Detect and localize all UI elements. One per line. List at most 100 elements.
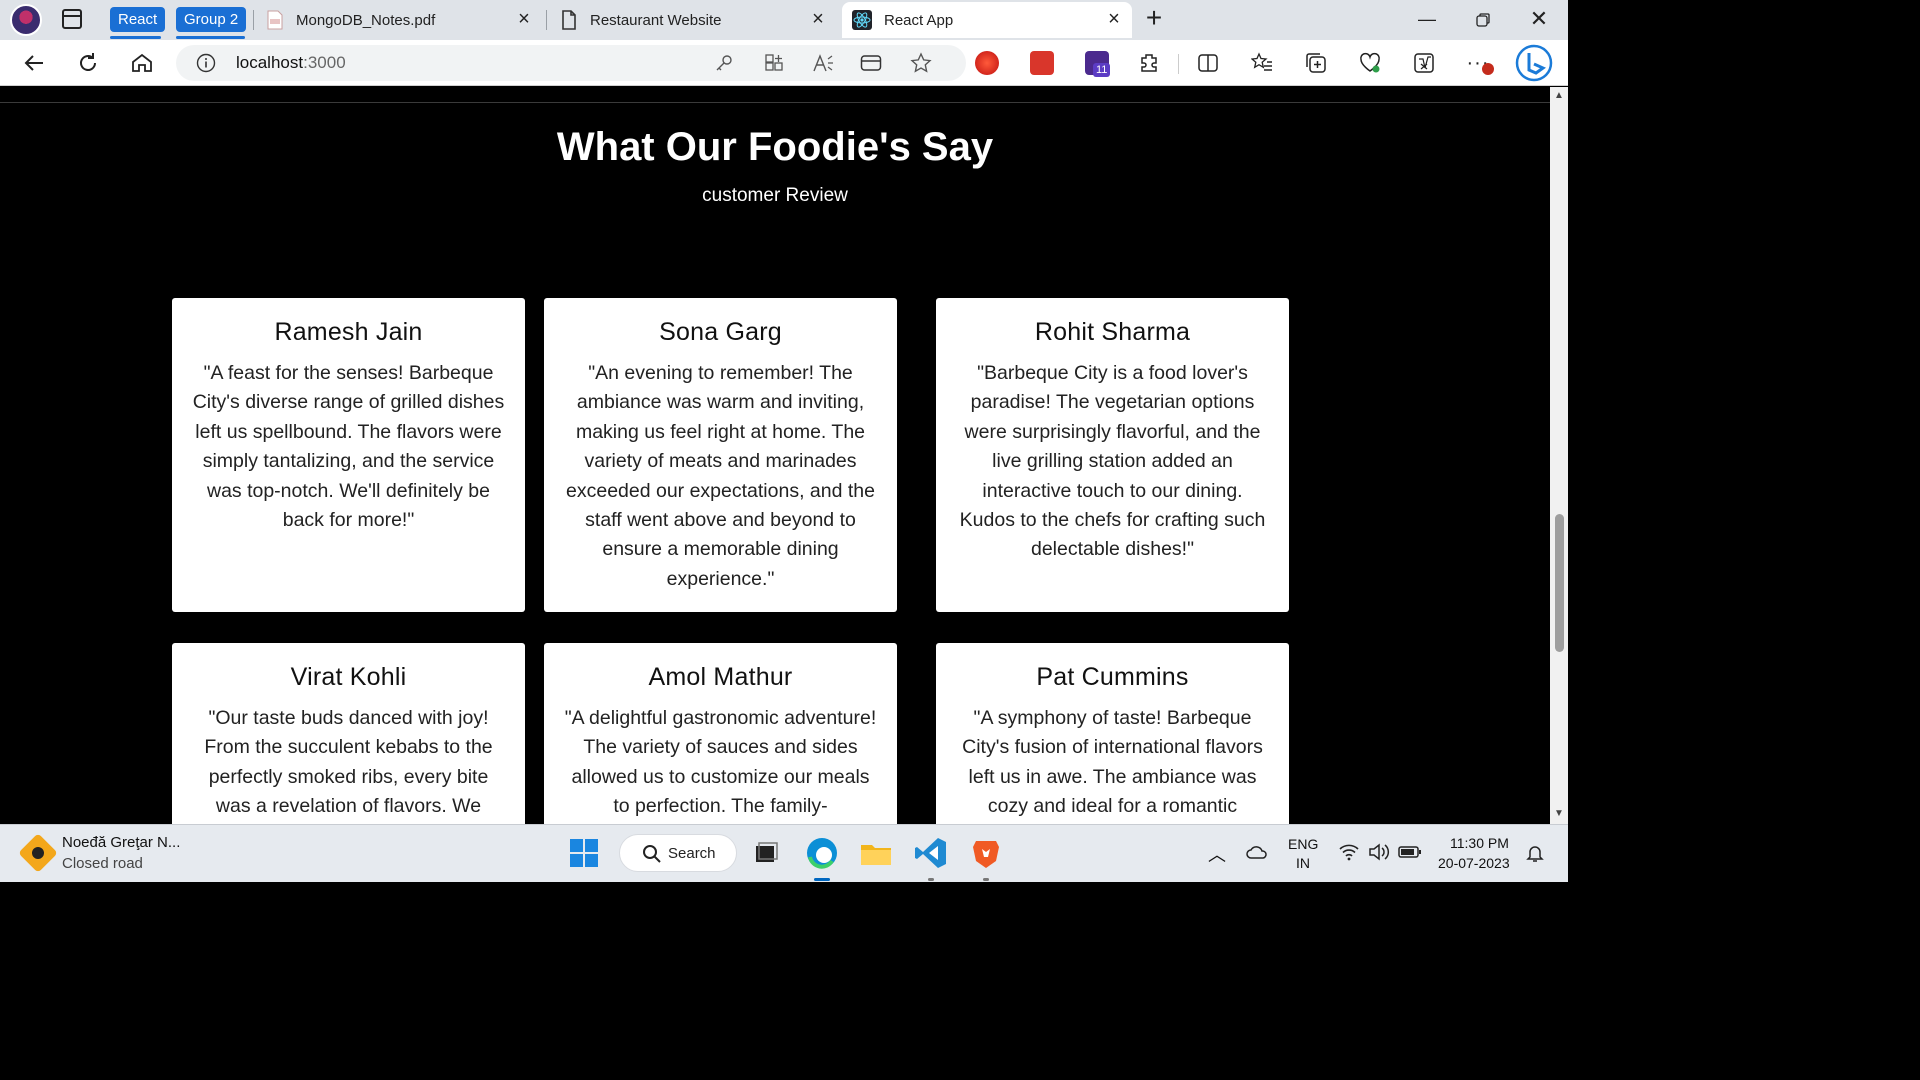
task-view-icon[interactable] — [748, 835, 784, 871]
windows-taskbar: Noeđă Greţar N... Closed road Search ︿ E… — [0, 824, 1568, 882]
refresh-button[interactable] — [73, 48, 103, 78]
tab-strip: React Group 2 MongoDB_Notes.pdf × Restau… — [0, 0, 1568, 40]
review-card: Ramesh Jain "A feast for the senses! Bar… — [172, 298, 525, 612]
close-tab-icon[interactable]: × — [514, 9, 534, 30]
restore-button[interactable] — [1471, 8, 1495, 32]
wifi-icon[interactable] — [1338, 843, 1360, 861]
tab-title: React App — [884, 11, 954, 29]
page-scrollbar[interactable]: ▲ ▼ — [1550, 87, 1568, 824]
tab-actions-icon[interactable] — [62, 9, 82, 29]
running-app-indicator — [983, 878, 989, 881]
apps-icon[interactable] — [764, 53, 784, 73]
back-arrow-icon — [24, 55, 43, 71]
scroll-down-arrow-icon[interactable]: ▼ — [1553, 808, 1565, 820]
language-indicator-bottom[interactable]: IN — [1296, 855, 1310, 871]
extension-badge-icon[interactable]: 11 — [1085, 51, 1111, 77]
review-card: Virat Kohli "Our taste buds danced with … — [172, 643, 525, 824]
math-solver-icon — [1414, 53, 1434, 73]
show-hidden-icons-chevron-icon[interactable]: ︿ — [1208, 841, 1226, 867]
close-tab-icon[interactable]: × — [808, 9, 828, 30]
review-card: Pat Cummins "A symphony of taste! Barbeq… — [936, 643, 1289, 824]
language-indicator-top[interactable]: ENG — [1288, 836, 1318, 852]
page-viewport: What Our Foodie's Say customer Review Ra… — [0, 87, 1550, 824]
search-icon — [643, 845, 661, 863]
onedrive-cloud-icon[interactable] — [1245, 843, 1269, 861]
extension-grid-icon[interactable] — [1030, 51, 1054, 75]
favorites-button[interactable] — [1247, 48, 1277, 78]
tab-title: Restaurant Website — [590, 11, 722, 29]
tab-group-2-underline — [176, 36, 245, 39]
settings-menu-button[interactable]: ··· — [1463, 48, 1494, 78]
reviewer-name: Virat Kohli — [290, 663, 407, 691]
vscode-icon[interactable] — [913, 835, 949, 871]
profile-avatar[interactable] — [10, 4, 42, 36]
heart-pulse-icon — [1360, 52, 1380, 73]
pdf-icon — [267, 10, 283, 30]
review-text: "An evening to remember! The ambiance wa… — [566, 362, 875, 590]
notifications-bell-icon[interactable] — [1525, 843, 1545, 863]
address-bar[interactable]: localhost:3000 — [176, 45, 966, 81]
battery-charging-icon[interactable] — [1398, 844, 1422, 860]
tab-mongodb-notes[interactable]: MongoDB_Notes.pdf × — [266, 2, 542, 38]
tab-separator — [253, 10, 254, 30]
scroll-up-arrow-icon[interactable]: ▲ — [1553, 90, 1565, 102]
edge-browser-icon[interactable] — [804, 835, 840, 871]
windows-start-icon[interactable] — [566, 835, 602, 871]
close-window-button[interactable]: ✕ — [1527, 8, 1551, 32]
home-button[interactable] — [127, 48, 157, 78]
page-icon — [562, 10, 576, 30]
favorite-star-icon[interactable] — [910, 52, 932, 74]
review-text: "Our taste buds danced with joy! From th… — [204, 707, 493, 818]
home-icon — [132, 53, 152, 72]
review-text: "A symphony of taste! Barbeque City's fu… — [962, 707, 1263, 818]
restore-icon — [1476, 13, 1490, 27]
clock-time[interactable]: 11:30 PM — [1450, 835, 1509, 851]
tab-separator — [546, 10, 547, 30]
traffic-alert-icon[interactable] — [18, 833, 58, 873]
review-text: "A feast for the senses! Barbeque City's… — [192, 362, 505, 532]
wallet-icon[interactable] — [860, 54, 882, 72]
key-icon[interactable] — [714, 53, 734, 73]
reviewer-name: Ramesh Jain — [274, 318, 423, 346]
url-host: localhost — [236, 53, 304, 72]
back-button[interactable] — [19, 48, 49, 78]
tab-react-app[interactable]: React App × — [842, 2, 1132, 38]
extension-red-icon[interactable] — [975, 51, 999, 75]
review-card: Amol Mathur "A delightful gastronomic ad… — [544, 643, 897, 824]
tab-group-react[interactable]: React — [110, 7, 166, 32]
math-solver-button[interactable] — [1409, 48, 1439, 78]
refresh-icon — [80, 53, 96, 71]
site-info-icon[interactable] — [196, 53, 216, 73]
bing-chat-icon — [1515, 44, 1553, 82]
browser-essentials-button[interactable] — [1355, 48, 1385, 78]
scroll-thumb[interactable] — [1555, 514, 1564, 652]
review-text: "Barbeque City is a food lover's paradis… — [959, 362, 1266, 561]
tab-restaurant-website[interactable]: Restaurant Website × — [560, 2, 836, 38]
favorites-list-icon — [1251, 52, 1272, 71]
section-divider — [0, 102, 1550, 103]
read-aloud-icon[interactable] — [812, 53, 834, 73]
widget-subtitle: Closed road — [62, 855, 143, 872]
taskbar-search[interactable]: Search — [619, 834, 737, 872]
minimize-button[interactable]: — — [1415, 8, 1439, 32]
tab-group-2[interactable]: Group 2 — [176, 7, 247, 32]
close-tab-icon[interactable]: × — [1104, 9, 1124, 30]
copilot-button[interactable] — [1515, 44, 1553, 82]
reviewer-name: Rohit Sharma — [1034, 318, 1191, 346]
brave-browser-icon[interactable] — [968, 835, 1004, 871]
collections-button[interactable] — [1301, 48, 1331, 78]
widget-title[interactable]: Noeđă Greţar N... — [62, 834, 180, 851]
split-screen-button[interactable] — [1193, 48, 1223, 78]
reviewer-name: Pat Cummins — [1036, 663, 1189, 691]
review-card: Rohit Sharma "Barbeque City is a food lo… — [936, 298, 1289, 612]
volume-icon[interactable] — [1368, 843, 1390, 861]
puzzle-icon — [1141, 54, 1157, 72]
clock-date[interactable]: 20-07-2023 — [1438, 855, 1510, 871]
new-tab-button[interactable]: + — [1142, 4, 1166, 32]
url-text: localhost:3000 — [236, 53, 346, 73]
tab-group-react-underline — [110, 36, 161, 39]
extensions-button[interactable] — [1134, 48, 1164, 78]
section-subtitle: customer Review — [702, 185, 848, 206]
react-icon — [852, 10, 872, 30]
file-explorer-icon[interactable] — [858, 835, 894, 871]
